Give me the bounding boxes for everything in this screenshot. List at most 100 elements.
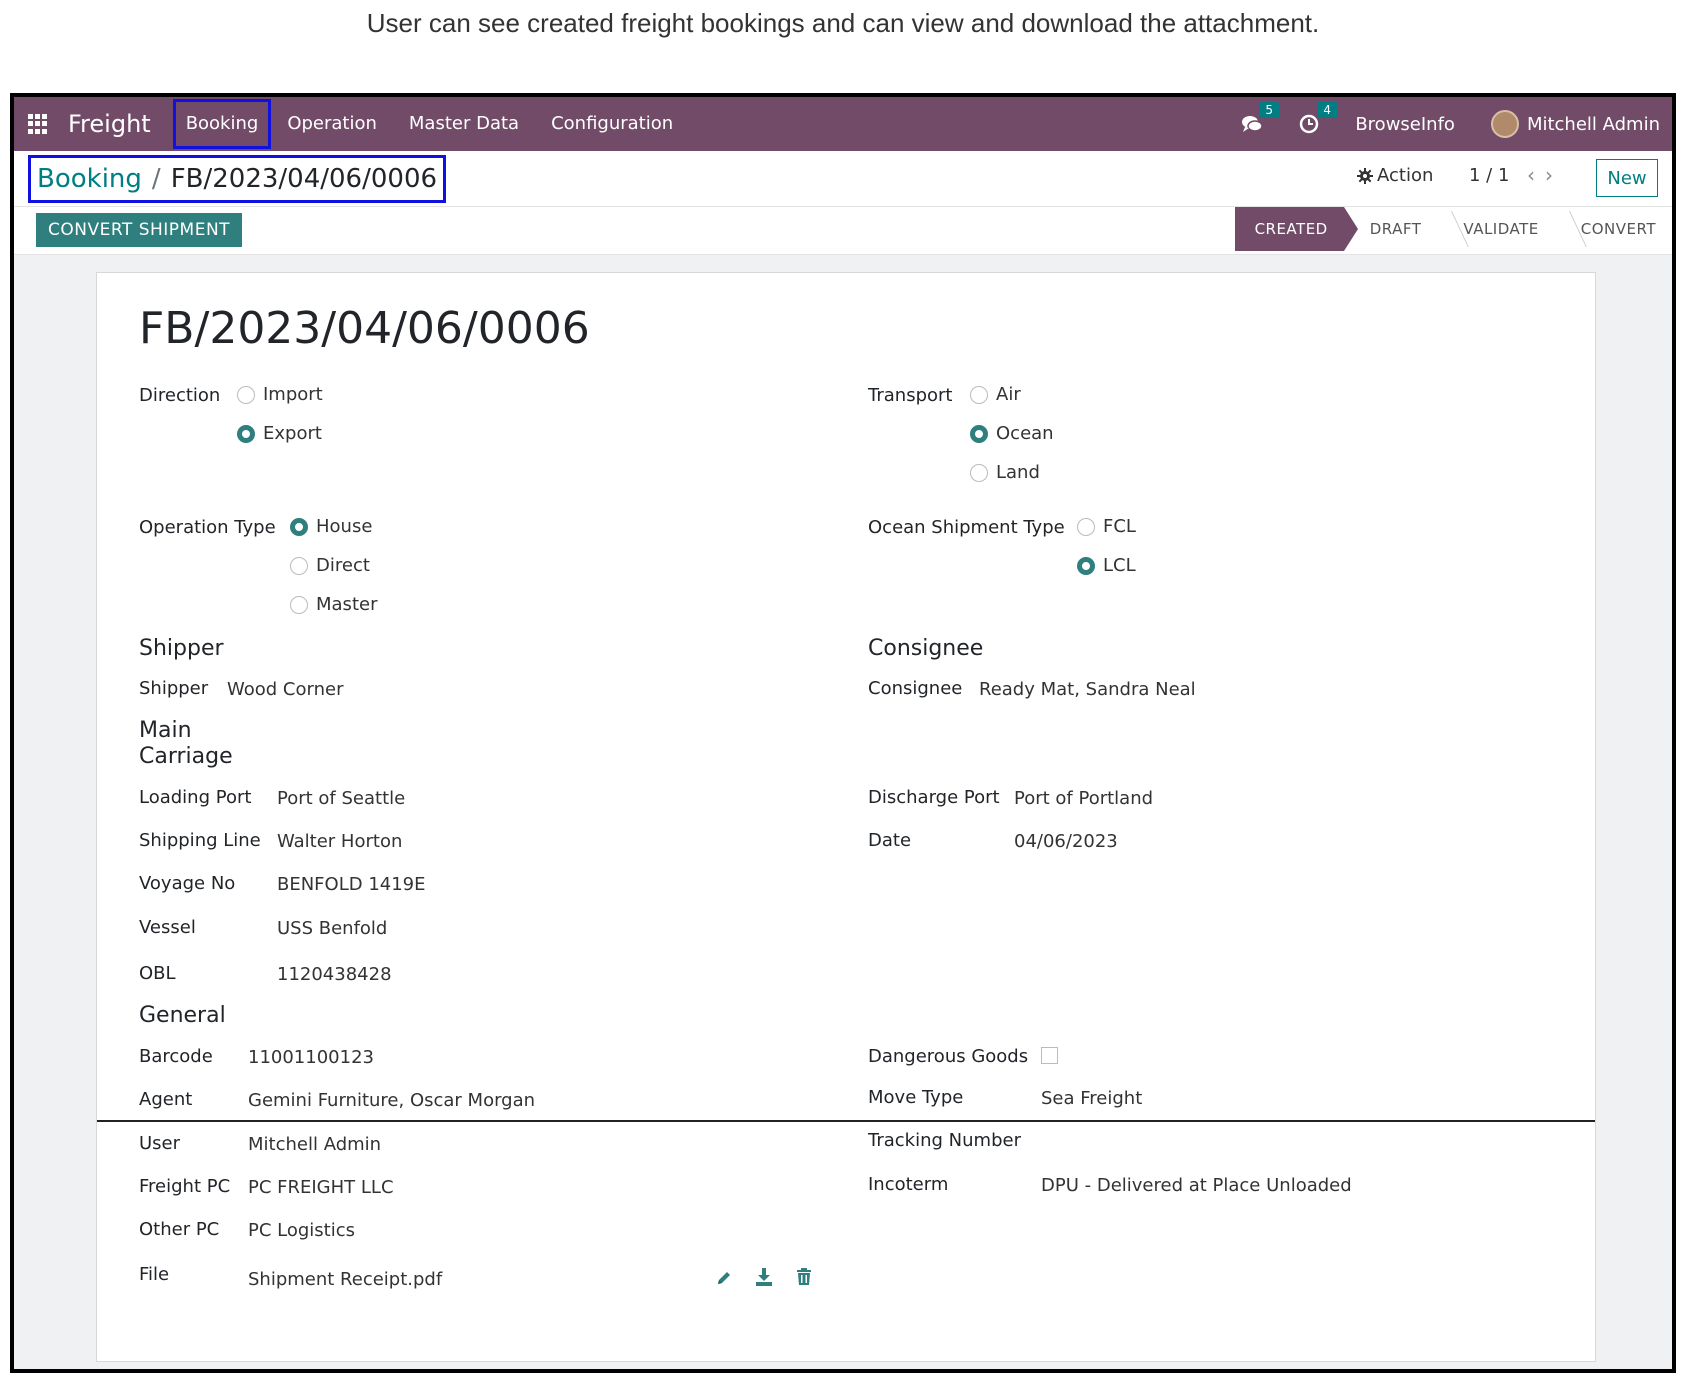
messages-count-badge: 5	[1259, 102, 1279, 118]
user-value[interactable]: Mitchell Admin	[248, 1134, 381, 1155]
main-carriage-line2: Carriage	[139, 744, 233, 769]
consignee-value[interactable]: Ready Mat, Sandra Neal	[979, 679, 1196, 700]
date-value[interactable]: 04/06/2023	[1014, 831, 1118, 852]
status-bar: CONVERT SHIPMENT CREATED DRAFT VALIDATE …	[14, 207, 1672, 255]
avatar	[1490, 110, 1519, 138]
tracking-number-field[interactable]	[1041, 1131, 1341, 1153]
move-type-label: Move Type	[868, 1087, 964, 1108]
move-type-value[interactable]: Sea Freight	[1041, 1088, 1142, 1109]
user-name: Mitchell Admin	[1526, 113, 1660, 135]
loading-port-label: Loading Port	[139, 787, 252, 808]
transport-air-radio[interactable]: Air	[970, 384, 1021, 405]
discharge-port-label: Discharge Port	[868, 787, 1000, 808]
menu-configuration[interactable]: Configuration	[535, 99, 689, 149]
main-carriage-line1: Main	[139, 718, 192, 743]
radio-off-icon	[237, 385, 255, 404]
record-title: FB/2023/04/06/0006	[139, 303, 590, 354]
gear-icon	[1357, 167, 1373, 184]
download-icon[interactable]	[755, 1267, 773, 1287]
user-label: User	[139, 1133, 181, 1154]
dangerous-goods-checkbox[interactable]	[1041, 1047, 1058, 1064]
form-sheet: FB/2023/04/06/0006 Direction Import Expo…	[96, 272, 1596, 1362]
menu-operation[interactable]: Operation	[271, 99, 393, 149]
direction-label: Direction	[139, 385, 221, 406]
top-navbar: Freight Booking Operation Master Data Co…	[14, 97, 1672, 151]
shipper-section-title: Shipper	[139, 636, 224, 661]
obl-value[interactable]: 1120438428	[277, 964, 392, 985]
pager-nav: ‹›	[1527, 163, 1563, 187]
action-label: Action	[1377, 165, 1434, 186]
company-switcher[interactable]: BrowseInfo	[1355, 114, 1455, 135]
chevron-left-icon[interactable]: ‹	[1527, 163, 1545, 187]
control-panel: Booking / FB/2023/04/06/0006 Action 1 / …	[14, 151, 1672, 207]
stage-validate[interactable]: VALIDATE	[1437, 207, 1554, 251]
systray: 5 4 BrowseInfo Mitchell Admin	[1223, 97, 1672, 151]
operation-direct-radio[interactable]: Direct	[290, 555, 370, 576]
tutorial-caption: User can see created freight bookings an…	[366, 8, 1320, 38]
breadcrumb-current: FB/2023/04/06/0006	[170, 164, 438, 194]
freight-pc-value[interactable]: PC FREIGHT LLC	[248, 1177, 394, 1198]
operation-house-radio[interactable]: House	[290, 516, 372, 537]
direction-import-label: Import	[263, 384, 323, 405]
menu-booking[interactable]: Booking	[172, 99, 272, 149]
menu-master-data[interactable]: Master Data	[393, 99, 535, 149]
radio-on-icon	[237, 424, 255, 443]
main-carriage-section-title: Main Carriage	[139, 718, 233, 770]
stage-convert[interactable]: CONVERT	[1555, 207, 1672, 251]
stage-draft[interactable]: DRAFT	[1344, 207, 1438, 251]
other-pc-value[interactable]: PC Logistics	[248, 1220, 355, 1241]
barcode-value[interactable]: 11001100123	[248, 1047, 374, 1068]
activities-button[interactable]: 4	[1299, 102, 1337, 134]
direction-import-radio[interactable]: Import	[237, 384, 323, 405]
transport-air-label: Air	[996, 384, 1021, 405]
pager-value[interactable]: 1 / 1	[1469, 165, 1509, 186]
operation-type-label: Operation Type	[139, 517, 276, 538]
shipper-value[interactable]: Wood Corner	[227, 679, 343, 700]
transport-ocean-label: Ocean	[996, 423, 1054, 444]
transport-label: Transport	[868, 385, 953, 406]
action-menu-button[interactable]: Action	[1357, 165, 1433, 186]
breadcrumb-separator: /	[151, 164, 161, 194]
transport-land-radio[interactable]: Land	[970, 462, 1040, 483]
file-value[interactable]: Shipment Receipt.pdf	[248, 1269, 442, 1290]
date-label: Date	[868, 830, 912, 851]
direction-export-radio[interactable]: Export	[237, 423, 322, 444]
agent-label: Agent	[139, 1089, 193, 1110]
loading-port-value[interactable]: Port of Seattle	[277, 788, 405, 809]
breadcrumb-booking-link[interactable]: Booking	[37, 164, 142, 194]
agent-value[interactable]: Gemini Furniture, Oscar Morgan	[248, 1090, 535, 1111]
radio-off-icon	[1077, 517, 1095, 536]
stage-created[interactable]: CREATED	[1234, 207, 1358, 251]
vessel-value[interactable]: USS Benfold	[277, 918, 387, 939]
voyage-no-value[interactable]: BENFOLD 1419E	[277, 874, 426, 895]
pencil-icon[interactable]	[715, 1269, 733, 1287]
app-brand[interactable]: Freight	[68, 110, 151, 138]
shipping-line-value[interactable]: Walter Horton	[277, 831, 402, 852]
convert-shipment-button[interactable]: CONVERT SHIPMENT	[36, 213, 243, 247]
user-menu[interactable]: Mitchell Admin	[1490, 110, 1660, 138]
radio-off-icon	[290, 595, 308, 614]
screenshot-fold-line	[97, 1120, 1595, 1122]
new-button[interactable]: New	[1596, 159, 1658, 197]
barcode-label: Barcode	[139, 1046, 213, 1067]
ocean-fcl-radio[interactable]: FCL	[1077, 516, 1136, 537]
operation-master-radio[interactable]: Master	[290, 594, 377, 615]
transport-land-label: Land	[996, 462, 1040, 483]
operation-master-label: Master	[316, 594, 378, 615]
apps-grid-icon[interactable]	[28, 114, 48, 134]
messages-button[interactable]: 5	[1241, 102, 1279, 134]
general-section-title: General	[139, 1003, 226, 1028]
radio-off-icon	[970, 385, 988, 404]
ocean-lcl-label: LCL	[1103, 555, 1136, 576]
chevron-right-icon[interactable]: ›	[1545, 163, 1563, 187]
consignee-label: Consignee	[868, 678, 963, 699]
discharge-port-value[interactable]: Port of Portland	[1014, 788, 1153, 809]
breadcrumb: Booking / FB/2023/04/06/0006	[28, 155, 447, 203]
freight-pc-label: Freight PC	[139, 1176, 231, 1197]
trash-icon[interactable]	[796, 1268, 812, 1286]
radio-on-icon	[290, 517, 308, 536]
voyage-no-label: Voyage No	[139, 873, 236, 894]
incoterm-value[interactable]: DPU - Delivered at Place Unloaded	[1041, 1175, 1352, 1196]
ocean-lcl-radio[interactable]: LCL	[1077, 555, 1136, 576]
transport-ocean-radio[interactable]: Ocean	[970, 423, 1054, 444]
